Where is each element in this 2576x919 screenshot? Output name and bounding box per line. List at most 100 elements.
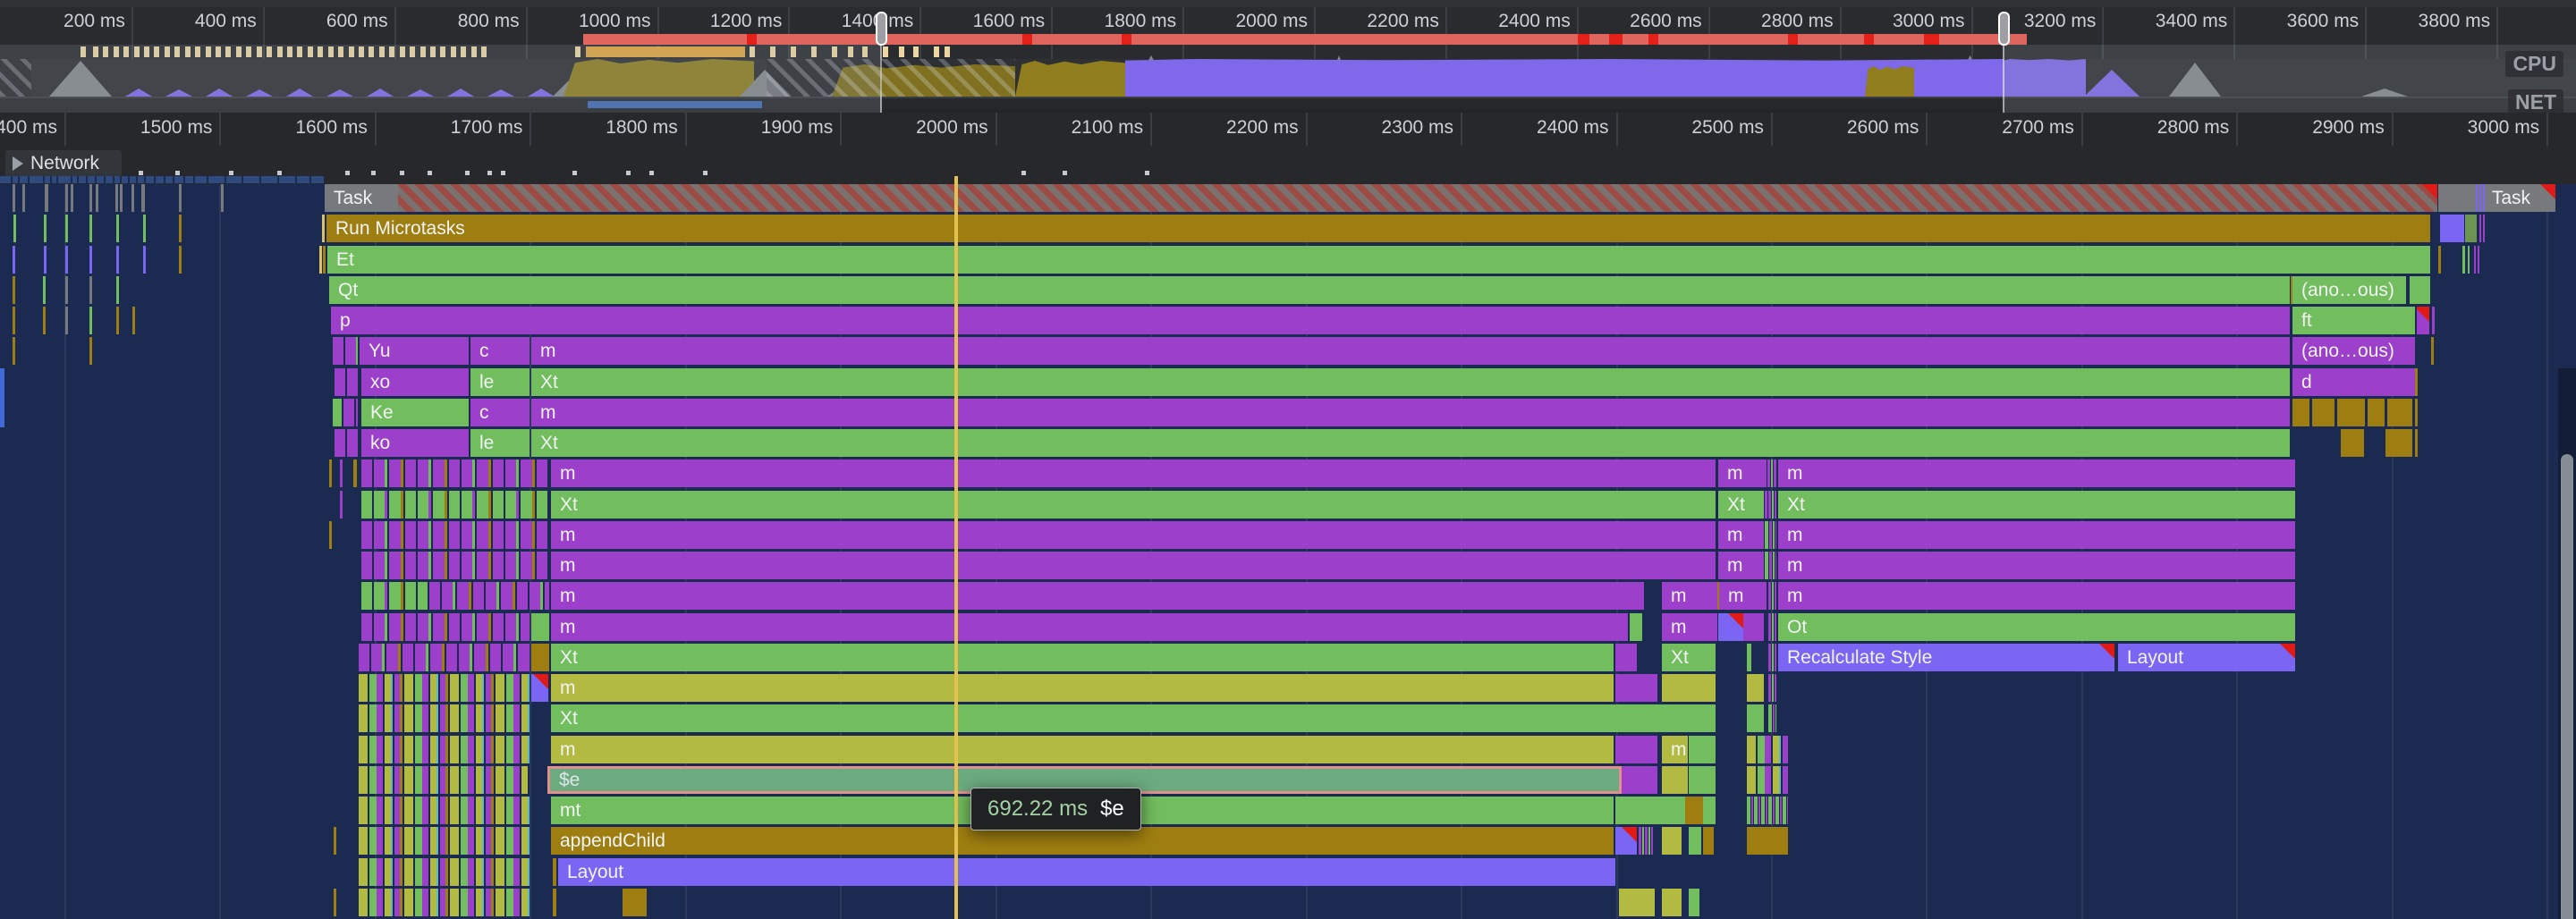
- flame-bar[interactable]: [322, 215, 325, 242]
- flame-bar[interactable]: m: [531, 337, 2290, 365]
- flame-bar[interactable]: [1685, 797, 1703, 824]
- flame-sliver[interactable]: [13, 307, 15, 334]
- flame-bar[interactable]: Qt: [329, 276, 2290, 304]
- flame-bar[interactable]: Yu: [360, 337, 469, 365]
- flame-bar[interactable]: m: [1778, 582, 2295, 610]
- flame-sliver[interactable]: [45, 184, 48, 212]
- flame-bar[interactable]: [1768, 491, 1776, 519]
- flame-sliver[interactable]: [65, 184, 68, 212]
- flame-sliver[interactable]: [116, 276, 119, 304]
- flame-bar[interactable]: appendChild: [551, 827, 1614, 855]
- flame-bar[interactable]: [1747, 674, 1764, 702]
- flame-bar[interactable]: [329, 521, 332, 549]
- flame-bar[interactable]: Xt: [551, 704, 1716, 732]
- flame-sliver[interactable]: [89, 307, 92, 334]
- flame-sliver[interactable]: [65, 215, 68, 242]
- flame-bar[interactable]: [1615, 674, 1657, 702]
- flame-bar[interactable]: Xt: [551, 491, 1716, 519]
- flame-bar[interactable]: [335, 368, 358, 396]
- flame-bar[interactable]: [359, 704, 530, 732]
- flame-bar[interactable]: m: [1719, 582, 1767, 610]
- flame-bar[interactable]: [531, 674, 548, 702]
- flame-bar[interactable]: Xt: [1778, 491, 2295, 519]
- flame-bar[interactable]: m: [1662, 613, 1717, 641]
- flame-bar[interactable]: [1747, 644, 1751, 671]
- flame-bar[interactable]: [1747, 797, 1788, 824]
- flame-bar[interactable]: [1769, 521, 1776, 549]
- flame-bar[interactable]: [2415, 429, 2418, 457]
- flame-sliver[interactable]: [221, 184, 224, 212]
- flame-sliver[interactable]: [116, 215, 119, 242]
- flame-sliver[interactable]: [96, 184, 98, 212]
- flame-bar[interactable]: [2431, 337, 2434, 365]
- flame-bar[interactable]: [361, 552, 549, 579]
- flame-sliver[interactable]: [13, 337, 15, 365]
- flame-bar[interactable]: [319, 246, 322, 274]
- flame-bar[interactable]: [340, 460, 343, 487]
- flame-bar[interactable]: [1765, 552, 1768, 579]
- flame-sliver[interactable]: [132, 307, 135, 334]
- flame-bar[interactable]: [2462, 246, 2465, 274]
- flame-bar[interactable]: [1630, 613, 1642, 641]
- flame-sliver[interactable]: [143, 215, 146, 242]
- flame-sliver[interactable]: [71, 184, 73, 212]
- flame-sliver[interactable]: [43, 307, 46, 334]
- flame-bar[interactable]: [333, 337, 358, 365]
- flame-bar[interactable]: [1768, 613, 1776, 641]
- flame-sliver[interactable]: [89, 246, 92, 274]
- flame-bar[interactable]: [2468, 246, 2470, 274]
- flame-bar[interactable]: [1747, 827, 1788, 855]
- flame-bar[interactable]: [1747, 704, 1764, 732]
- flame-bar[interactable]: [623, 889, 647, 916]
- flame-sliver[interactable]: [116, 246, 119, 274]
- flame-bar[interactable]: [343, 399, 358, 426]
- flame-bar[interactable]: m: [1662, 736, 1688, 763]
- flame-bar[interactable]: [1662, 827, 1682, 855]
- flame-bar[interactable]: [1622, 766, 1657, 794]
- flame-bar[interactable]: m: [551, 582, 1644, 610]
- flame-bar[interactable]: [359, 889, 530, 916]
- window-resize-handle-right[interactable]: [1998, 12, 2010, 46]
- flame-bar[interactable]: [359, 797, 530, 824]
- flame-bar[interactable]: m: [531, 399, 2290, 426]
- flame-bar[interactable]: m: [1718, 521, 1764, 549]
- flame-bar[interactable]: m: [1662, 582, 1717, 610]
- flame-bar[interactable]: [398, 184, 2437, 212]
- flame-bar[interactable]: Task: [325, 184, 398, 212]
- flame-bar[interactable]: Ke: [361, 399, 469, 426]
- flame-bar[interactable]: [334, 827, 336, 855]
- flame-bar[interactable]: [1615, 736, 1657, 763]
- scrollbar-track[interactable]: [2558, 368, 2576, 919]
- flame-bar[interactable]: le: [470, 368, 530, 396]
- flame-bar[interactable]: [2465, 215, 2477, 242]
- flame-bar[interactable]: [2368, 399, 2385, 426]
- flame-bar[interactable]: Run Microtasks: [326, 215, 2430, 242]
- flame-sliver[interactable]: [13, 184, 15, 212]
- flame-bar[interactable]: [531, 644, 549, 671]
- flame-bar[interactable]: [2387, 399, 2412, 426]
- flame-bar[interactable]: [361, 582, 428, 610]
- flame-bar[interactable]: [2410, 276, 2430, 304]
- flame-bar[interactable]: [1718, 613, 1743, 641]
- flame-bar[interactable]: [1689, 736, 1716, 763]
- flame-bar[interactable]: m: [1778, 552, 2295, 579]
- flame-bar[interactable]: [1768, 644, 1776, 671]
- flame-bar[interactable]: [1689, 827, 1701, 855]
- flame-bar[interactable]: m: [551, 736, 1614, 763]
- flame-bar[interactable]: m: [551, 460, 1716, 487]
- flame-sliver[interactable]: [120, 184, 123, 212]
- flame-bar[interactable]: [329, 460, 332, 487]
- flame-sliver[interactable]: [13, 215, 16, 242]
- flame-sliver[interactable]: [44, 246, 47, 274]
- flame-bar[interactable]: Layout: [2118, 644, 2295, 671]
- window-resize-handle-left[interactable]: [876, 12, 887, 46]
- flame-sliver[interactable]: [179, 246, 182, 274]
- flame-bar[interactable]: ko: [361, 429, 469, 457]
- flame-bar[interactable]: [323, 246, 326, 274]
- flame-bar[interactable]: [1615, 644, 1637, 671]
- flame-bar[interactable]: [2415, 399, 2418, 426]
- flame-bar[interactable]: (ano…ous): [2292, 337, 2415, 365]
- flame-bar[interactable]: [1662, 766, 1688, 794]
- flame-bar[interactable]: [2483, 215, 2485, 242]
- detail-time-ruler[interactable]: 1400 ms1500 ms1600 ms1700 ms1800 ms1900 …: [0, 113, 2576, 147]
